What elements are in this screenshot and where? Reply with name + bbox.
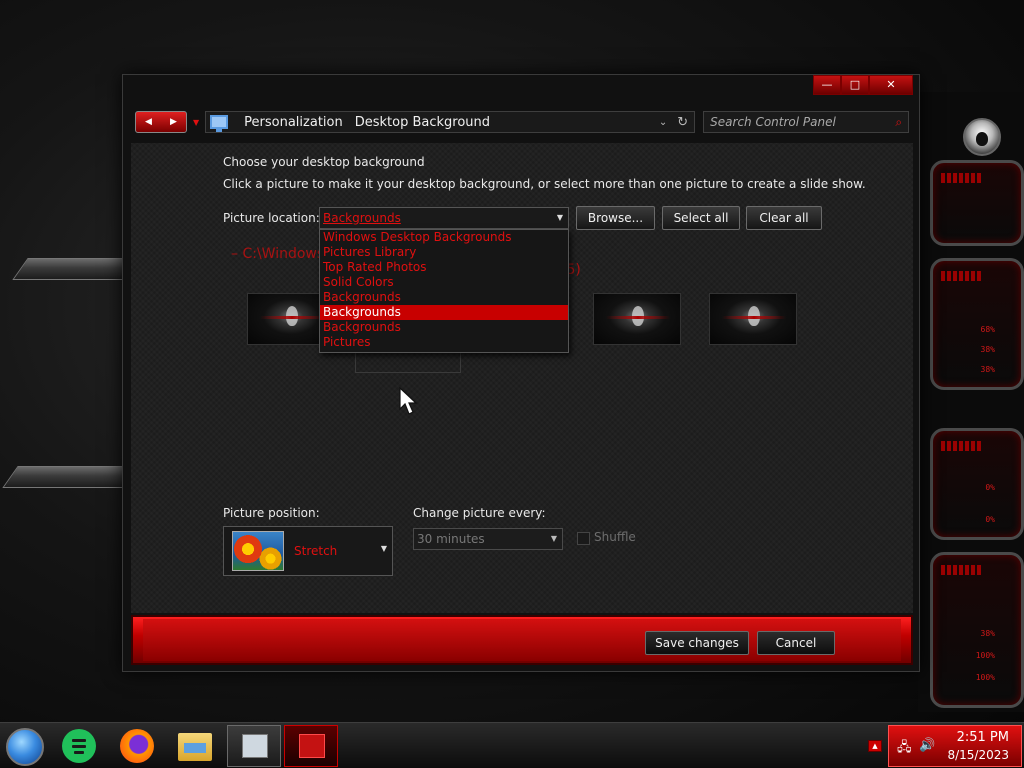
select-all-button[interactable]: Select all	[662, 206, 740, 230]
dropdown-option[interactable]: Pictures	[320, 335, 568, 350]
caption-buttons: — □ ✕	[813, 75, 913, 95]
picture-location-select[interactable]: Backgrounds ▼	[319, 207, 569, 229]
gadget-disk: 0% 0%	[930, 428, 1024, 540]
picture-location-value: Backgrounds	[323, 211, 401, 225]
change-picture-every-value: 30 minutes	[417, 532, 485, 546]
chevron-down-icon: ▼	[550, 534, 557, 543]
maximize-button[interactable]: □	[841, 75, 869, 95]
file-explorer-icon[interactable]	[178, 733, 212, 761]
chevron-down-icon: ▼	[380, 544, 387, 553]
clear-all-button[interactable]: Clear all	[746, 206, 822, 230]
folder-group-header[interactable]: – C:\Windows s (5)	[231, 246, 581, 278]
thumbnail-frame	[355, 351, 461, 373]
cancel-button[interactable]: Cancel	[757, 631, 835, 655]
close-button[interactable]: ✕	[869, 75, 913, 95]
gauge-value: 0%	[985, 515, 995, 524]
system-tray: 🖧 🔊 2:51 PM 8/15/2023	[888, 725, 1022, 767]
taskbar-app-task-manager[interactable]	[227, 725, 281, 767]
collapse-icon: –	[231, 246, 243, 262]
network-icon[interactable]: 🖧	[897, 738, 912, 760]
search-box: ⌕	[703, 111, 910, 133]
firefox-icon[interactable]	[120, 729, 154, 763]
notes-app-icon[interactable]	[62, 729, 96, 763]
picture-position-value: Stretch	[294, 544, 338, 558]
picture-location-dropdown: Windows Desktop Backgrounds Pictures Lib…	[319, 229, 569, 353]
change-picture-every-label: Change picture every:	[413, 506, 546, 520]
flower-preview-icon	[232, 531, 284, 571]
chevron-down-icon: ▼	[556, 213, 563, 222]
gauge-value: 68%	[980, 325, 995, 334]
shuffle-checkbox[interactable]	[577, 532, 590, 545]
minimize-button[interactable]: —	[813, 75, 841, 95]
back-arrow-icon[interactable]: ◀	[145, 117, 152, 127]
dropdown-option[interactable]: Backgrounds	[320, 320, 568, 335]
instructions-text: Click a picture to make it your desktop …	[223, 177, 866, 191]
breadcrumb-personalization[interactable]: Personalization	[244, 115, 343, 130]
gadget-meter: 68% 38% 38%	[930, 258, 1024, 390]
dropdown-option-selected[interactable]: Backgrounds	[320, 305, 568, 320]
back-forward-buttons: ◀ ▶	[135, 111, 187, 133]
clock-time[interactable]: 2:51 PM	[957, 730, 1009, 745]
shuffle-label: Shuffle	[594, 530, 636, 544]
desktop-decoration	[12, 258, 138, 280]
folder-path-text: C:\Windows	[242, 246, 325, 262]
gauge-value: 100%	[975, 651, 995, 660]
recent-pages-dropdown-icon[interactable]: ▼	[193, 118, 199, 127]
change-picture-every-select[interactable]: 30 minutes ▼	[413, 528, 563, 550]
control-panel-icon	[210, 115, 229, 132]
footer-bar: Save changes Cancel	[131, 615, 913, 665]
dropdown-option[interactable]: Top Rated Photos	[320, 260, 568, 275]
gauge-value: 0%	[985, 483, 995, 492]
search-input[interactable]	[710, 115, 896, 129]
navigation-bar: ◀ ▶ ▼ Personalization Desktop Background…	[135, 109, 915, 135]
address-dropdown-icon[interactable]: ⌄	[659, 117, 667, 128]
desktop-decoration	[2, 466, 138, 488]
search-icon[interactable]: ⌕	[895, 115, 902, 130]
alienware-logo-icon	[963, 118, 1001, 156]
refresh-icon[interactable]: ↻	[677, 115, 688, 130]
dropdown-option[interactable]: Pictures Library	[320, 245, 568, 260]
start-button[interactable]	[6, 728, 44, 766]
dropdown-option[interactable]: Windows Desktop Backgrounds	[320, 230, 568, 245]
picture-position-label: Picture position:	[223, 506, 320, 520]
gadget-cpu	[930, 160, 1024, 246]
taskbar-app-personalization[interactable]	[284, 725, 338, 767]
address-bar[interactable]: Personalization Desktop Background ⌄ ↻	[205, 111, 696, 133]
gauge-value: 100%	[975, 673, 995, 682]
clock-date[interactable]: 8/15/2023	[947, 748, 1009, 762]
browse-button[interactable]: Browse...	[576, 206, 655, 230]
gadget-network: 38% 100% 100%	[930, 552, 1024, 708]
gauge-value: 38%	[980, 365, 995, 374]
wallpaper-thumbnail[interactable]	[593, 293, 681, 345]
wallpaper-thumbnail[interactable]	[709, 293, 797, 345]
mouse-cursor-icon	[399, 387, 418, 415]
content-area: Choose your desktop background Click a p…	[131, 143, 913, 613]
desktop-background-window: — □ ✕ ◀ ▶ ▼ Personalization Desktop Back…	[122, 74, 920, 672]
page-title: Choose your desktop background	[223, 155, 425, 169]
footer-panel: Save changes Cancel	[143, 619, 901, 661]
gauge-value: 38%	[980, 345, 995, 354]
gauge-value: 38%	[980, 629, 995, 638]
picture-location-label: Picture location:	[223, 211, 320, 225]
volume-icon[interactable]: 🔊	[919, 738, 935, 753]
picture-position-select[interactable]: Stretch ▼	[223, 526, 393, 576]
show-hidden-icons-icon[interactable]: ▲	[868, 740, 882, 752]
breadcrumb-desktop-background[interactable]: Desktop Background	[355, 115, 490, 130]
forward-arrow-icon[interactable]: ▶	[170, 117, 177, 127]
dropdown-option[interactable]: Backgrounds	[320, 290, 568, 305]
save-changes-button[interactable]: Save changes	[645, 631, 749, 655]
dropdown-option[interactable]: Solid Colors	[320, 275, 568, 290]
